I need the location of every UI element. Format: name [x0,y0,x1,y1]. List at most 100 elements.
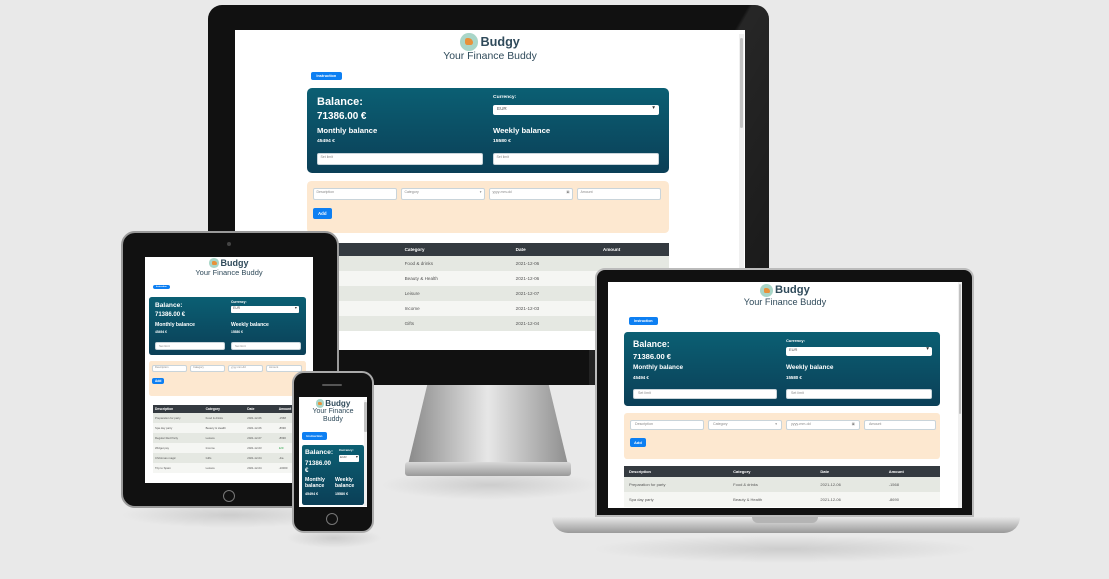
balance-value: 71386.00 € [633,352,672,361]
column-header[interactable]: Date [245,405,277,413]
scrollbar[interactable] [364,400,367,506]
monitor-stand [408,385,568,465]
tagline-line-2: Buddy [323,416,343,424]
table-row[interactable]: Spa day party Beauty & Health 2021-12-06 -8… [153,423,305,433]
chevron-down-icon: ▾ [926,346,929,352]
budgy-logo-icon [209,258,220,268]
currency-label: Currency: [786,338,805,343]
app-header: Budgy Your Finance Buddy [145,258,313,277]
weekly-balance-label: Weekly balance [493,126,551,135]
currency-select[interactable]: EUR ▾ [339,454,359,462]
add-transaction-form: Description Category ▾ yyyy-mm-dd ▣ Amount… [307,181,669,233]
column-header[interactable]: Date [509,243,597,256]
balance-label: Balance: [317,96,363,108]
scrollbar-thumb[interactable] [364,402,367,432]
tagline-line-1: Your Finance [312,408,354,415]
table-row[interactable]: Christmas magic Gifts 2021-12-04 -4ia [153,453,305,463]
currency-select[interactable]: EUR ▾ [493,105,659,115]
budgy-logo-icon [315,399,324,408]
balance-label: Balance: [155,302,183,309]
phone-app-screen: Budgy Your Finance Buddy Instruction Bal… [299,397,367,507]
column-header[interactable]: Amount [596,243,669,256]
chevron-down-icon: ▾ [294,305,297,310]
column-header[interactable]: Category [398,243,510,256]
table-row[interactable]: Preparation for party Food & drinks 2021-1… [624,477,940,492]
table-row[interactable]: Spa day party Beauty & Health 2021-12-06 -8… [624,492,940,507]
app-header: Budgy Your Finance Buddy [608,284,962,307]
monthly-balance-value: 45494 € [305,492,319,496]
chevron-down-icon: ▾ [652,105,655,111]
tablet-camera [227,242,231,246]
transactions-table: Description Category Date Amount Prepara… [624,466,940,507]
column-header[interactable]: Description [624,466,729,477]
add-transaction-form: Description Category yyyy-mm-dd Amount A… [149,361,306,396]
instructions-button[interactable]: Instruction [629,315,658,326]
add-button[interactable]: Add [630,438,646,447]
description-input[interactable]: Description [630,420,704,430]
column-header[interactable]: Category [203,405,246,413]
tagline: Your Finance Buddy [743,296,827,307]
category-select[interactable]: Category ▾ [401,188,485,200]
instructions-button[interactable]: Instruction [153,283,170,290]
chevron-down-icon: ▾ [479,190,482,195]
monthly-limit-input[interactable]: Set limit [317,153,483,165]
add-button[interactable]: Add [152,378,165,384]
balance-card: Balance: 71386.00 € Monthly balance 4549… [149,297,306,355]
date-input[interactable]: yyyy-mm-dd [228,365,263,372]
transactions-table: Description Category Date Amount Prepara… [153,405,305,473]
instructions-button[interactable]: Instruction [311,68,342,81]
currency-select[interactable]: EUR ▾ [231,305,299,313]
phone-speaker [322,384,342,386]
monthly-balance-value: 45494 € [633,375,649,380]
weekly-limit-input[interactable]: Set limit [231,342,301,350]
monitor-foot [405,462,571,476]
monthly-balance-value: 45494 € [155,330,167,334]
monthly-balance-label: Monthly balance [305,477,325,489]
table-row[interactable]: Trip to Spain Leisure 2021-12-04 -10000 [153,463,305,473]
currency-label: Currency: [231,300,247,304]
monthly-limit-input[interactable]: Set limit [633,389,777,399]
monthly-limit-input[interactable]: Set limit [155,342,225,350]
balance-value: 71386.00 € [305,460,332,475]
budgy-logo-icon [460,33,478,51]
instructions-button[interactable]: Instruction [302,432,327,440]
column-header[interactable]: Category [728,466,816,477]
currency-label: Currency: [339,448,354,452]
table-row[interactable]: Preparation for party Food & drinks 2021-1… [153,413,305,423]
weekly-balance-value: 15580 € [335,492,349,496]
balance-value: 71386.00 € [155,312,186,318]
balance-card: Balance: 71386.00 € Monthly balance 4549… [307,88,669,173]
scrollbar-thumb[interactable] [959,284,961,414]
phone-home-button [326,513,338,525]
brand-name: Budgy [480,34,520,49]
description-input[interactable]: Description [152,365,187,372]
table-row[interactable]: Widget pay Income 2021-12-03 120 [153,443,305,453]
date-input[interactable]: yyyy-mm-dd ▣ [489,188,573,200]
category-select[interactable]: Category [190,365,225,372]
amount-input[interactable]: Amount [864,420,936,430]
category-select[interactable]: Category ▾ [708,420,782,430]
amount-input[interactable]: Amount [266,365,302,372]
column-header[interactable]: Description [153,405,204,413]
balance-card: Balance: 71386.00 € Monthly balance 4549… [624,332,940,406]
amount-input[interactable]: Amount [577,188,661,200]
scrollbar[interactable] [958,282,962,508]
currency-select[interactable]: EUR ▾ [786,346,932,356]
table-row[interactable]: Regular Red Party Leisure 2021-12-07 -8690 [153,433,305,443]
laptop-shadow [590,535,980,563]
column-header[interactable]: Date [815,466,884,477]
logo-row: Budgy [299,399,367,408]
budgy-logo-icon [760,284,773,297]
date-input[interactable]: yyyy-mm-dd ▣ [786,420,860,430]
add-button[interactable]: Add [313,208,332,219]
weekly-balance-value: 15580 € [231,330,243,334]
weekly-balance-value: 15580 € [786,375,802,380]
weekly-limit-input[interactable]: Set limit [786,389,932,399]
monthly-balance-label: Monthly balance [155,322,195,328]
column-header[interactable]: Amount [883,466,940,477]
scrollbar-thumb[interactable] [740,38,743,128]
weekly-limit-input[interactable]: Set limit [493,153,659,165]
chevron-down-icon: ▾ [355,454,358,459]
description-input[interactable]: Description [313,188,397,200]
weekly-balance-label: Weekly balance [786,364,834,371]
